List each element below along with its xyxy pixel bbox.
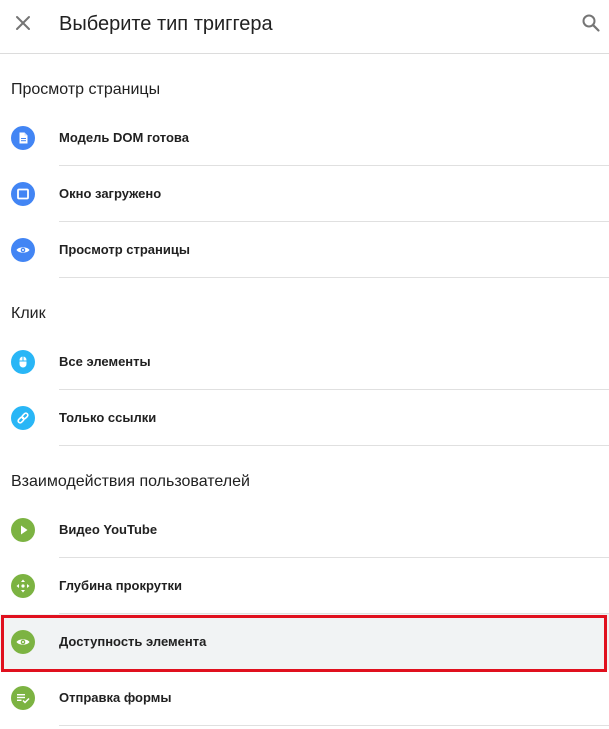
trigger-item-label: Окно загружено: [59, 186, 162, 201]
eye-icon: [11, 238, 35, 262]
trigger-item-label: Видео YouTube: [59, 522, 158, 537]
divider: [59, 277, 609, 278]
form-check-icon: [11, 686, 35, 710]
eye-icon: [11, 630, 35, 654]
section-title-click: Клик: [11, 305, 46, 322]
section-title-page-view: Просмотр страницы: [11, 81, 161, 98]
trigger-item-label: Модель DOM готова: [59, 130, 189, 145]
document-icon: [11, 126, 35, 150]
trigger-item-label: Доступность элемента: [59, 634, 207, 649]
divider: [59, 725, 609, 726]
scroll-arrows-icon: [11, 574, 35, 598]
trigger-item-form-submission[interactable]: Отправка формы: [0, 670, 609, 726]
trigger-item-window-loaded[interactable]: Окно загружено: [0, 166, 609, 222]
dialog-header: Выберите тип триггера: [0, 0, 609, 54]
close-button[interactable]: [13, 13, 33, 33]
link-icon: [11, 406, 35, 430]
mouse-icon: [11, 350, 35, 374]
trigger-item-label: Просмотр страницы: [59, 242, 190, 257]
divider: [59, 445, 609, 446]
trigger-item-page-view[interactable]: Просмотр страницы: [0, 222, 609, 278]
trigger-item-label: Только ссылки: [59, 410, 157, 425]
trigger-item-just-links[interactable]: Только ссылки: [0, 390, 609, 446]
close-icon[interactable]: [13, 13, 33, 33]
dialog-title: Выберите тип триггера: [59, 13, 273, 35]
trigger-item-label: Все элементы: [59, 354, 151, 369]
trigger-item-scroll-depth[interactable]: Глубина прокрутки: [0, 558, 609, 614]
trigger-item-dom-ready[interactable]: Модель DOM готова: [0, 110, 609, 166]
window-icon: [11, 182, 35, 206]
play-icon: [11, 518, 35, 542]
trigger-item-all-elements[interactable]: Все элементы: [0, 334, 609, 390]
trigger-item-label: Глубина прокрутки: [59, 578, 183, 593]
trigger-item-youtube-video[interactable]: Видео YouTube: [0, 502, 609, 558]
search-button[interactable]: [581, 13, 601, 33]
search-icon[interactable]: [581, 13, 601, 33]
trigger-item-label: Отправка формы: [59, 690, 172, 705]
section-title-user-engagement: Взаимодействия пользователей: [11, 473, 250, 490]
trigger-item-element-visibility[interactable]: Доступность элемента: [0, 614, 609, 670]
